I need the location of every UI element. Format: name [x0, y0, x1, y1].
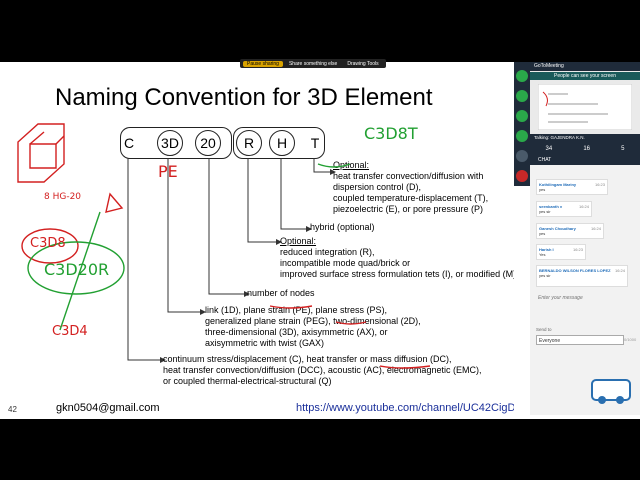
send-to-select[interactable]: Everyone: [536, 335, 624, 345]
dimension-line: three-dimensional (3D), axisymmetric (AX…: [205, 327, 388, 337]
camera-count[interactable]: 16: [583, 146, 590, 152]
family-line: heat transfer convection/diffusion (DCC)…: [163, 365, 482, 375]
optional-t-line: coupled temperature-displacement (T),: [333, 193, 489, 203]
family-line: continuum stress/displacement (C), heat …: [163, 354, 452, 364]
drawing-tools-button[interactable]: Drawing Tools: [343, 61, 382, 67]
channel-logo: [591, 379, 631, 404]
slide-number: 42: [8, 405, 17, 414]
send-to-label: Send to: [536, 327, 552, 332]
chat-message: Ganesh Choudhary 16:24 yes: [536, 223, 604, 239]
chat-message: Harish I 16:23 Yes: [536, 244, 586, 260]
character-count: 0/1000: [624, 337, 637, 342]
message-count[interactable]: 5: [621, 146, 624, 152]
microphone-icon[interactable]: [516, 70, 528, 82]
participant-counts: 34 16 5: [530, 142, 640, 155]
dimension-line: generalized plane strain (PEG), two-dime…: [205, 316, 421, 326]
dimension-line: link (1D), plane strain (PE), plane stre…: [205, 305, 388, 315]
optional-r-line: reduced integration (R),: [280, 247, 375, 257]
hybrid-label: hybrid (optional): [310, 222, 375, 232]
presentation-slide: Naming Convention for 3D Element C 3D 20…: [0, 62, 514, 419]
chat-header: CHAT: [530, 155, 640, 165]
optional-r-line: improved surface stress formulation tets…: [280, 269, 514, 279]
optional-t-label: Optional:: [333, 160, 370, 170]
screen-share-toolbar: Pause sharing Share something else Drawi…: [240, 59, 386, 68]
optional-t-line: piezoelectric (E), or pore pressure (P): [333, 204, 484, 214]
family-line: or coupled thermal-electrical-structural…: [163, 376, 332, 386]
handwriting-note: 8 HG-20: [44, 192, 82, 202]
attendee-count[interactable]: 34: [546, 146, 553, 152]
chat-message: BERNALDO WILSON FLORES LOPEZ 16:24 yes s…: [536, 265, 628, 287]
top-black-bar: [0, 0, 640, 62]
footer-email: gkn0504@gmail.com: [56, 402, 160, 414]
handwriting-note: C3D8: [30, 236, 66, 251]
optional-r-line: incompatible mode quad/brick or: [280, 258, 411, 268]
optional-t-block: Optional: heat transfer convection/diffu…: [333, 160, 488, 215]
camera-icon[interactable]: [516, 90, 528, 102]
nodes-label: number of nodes: [247, 288, 315, 298]
sharing-banner: People can see your screen: [530, 72, 640, 80]
dimension-line: axisymmetric with twist (GAX): [205, 338, 325, 348]
optional-r-block: Optional: reduced integration (R), incom…: [280, 236, 514, 280]
handwriting-note: C3D4: [52, 324, 88, 339]
talking-indicator: Talking: GAJENDRA K.N.: [530, 134, 640, 142]
pause-sharing-button[interactable]: Pause sharing: [243, 60, 283, 67]
handwriting-note: C3D20R: [44, 260, 110, 279]
optional-t-line: heat transfer convection/diffusion with: [333, 171, 484, 181]
record-icon[interactable]: [516, 170, 528, 182]
share-something-else-button[interactable]: Share something else: [285, 61, 341, 67]
chat-message-input[interactable]: [536, 292, 636, 304]
optional-r-label: Optional:: [280, 236, 317, 246]
chat-bubble-icon[interactable]: [516, 130, 528, 142]
preview-thumbnail: [538, 84, 632, 130]
chat-message: Kothilingam Mariny 16:23 yes: [536, 179, 608, 195]
dimension-block: link (1D), plane strain (PE), plane stre…: [205, 305, 421, 349]
bottom-black-bar: [0, 419, 640, 480]
handwriting-note: C3D8T: [364, 124, 418, 143]
optional-t-line: dispersion control (D),: [333, 182, 422, 192]
handwriting-note: PE: [158, 162, 178, 181]
app-title: GoToMeeting: [530, 62, 640, 71]
footer-url[interactable]: https://www.youtube.com/channel/UC42CigD…: [296, 402, 514, 414]
family-block: continuum stress/displacement (C), heat …: [163, 354, 481, 387]
shared-screen-preview: GoToMeeting People can see your screen: [530, 62, 640, 134]
people-icon[interactable]: [516, 150, 528, 162]
screen-share-icon[interactable]: [516, 110, 528, 122]
chat-message: seenkanth v 16:24 yes sir: [536, 201, 592, 217]
meeting-side-strip: [514, 62, 530, 186]
